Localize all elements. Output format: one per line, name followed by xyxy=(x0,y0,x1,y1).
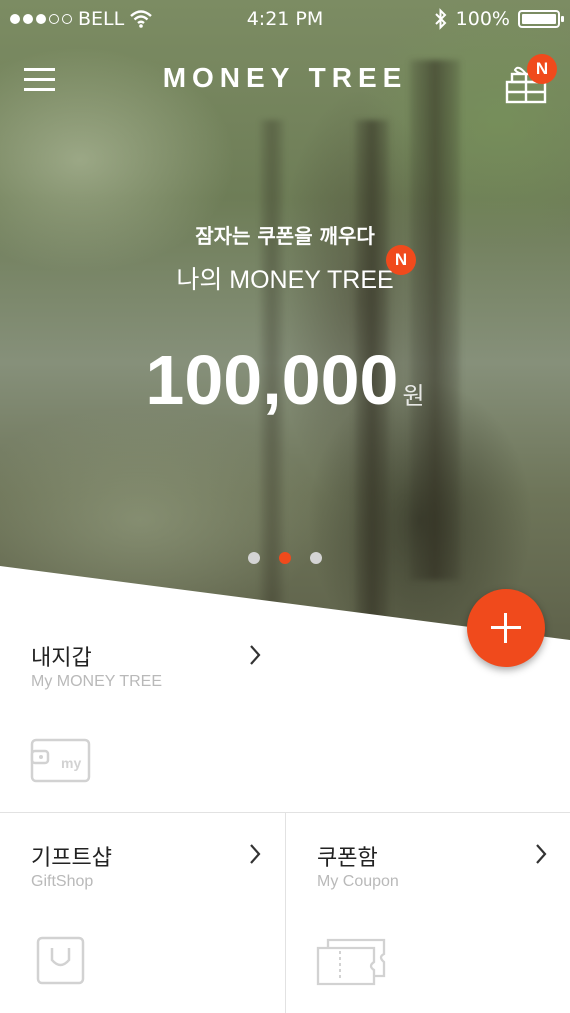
page-dot[interactable] xyxy=(310,552,322,564)
wallet-card-title: 내지갑 xyxy=(31,646,92,671)
coupon-card[interactable]: 쿠폰함 My Coupon xyxy=(286,813,570,1013)
coupon-ticket-icon xyxy=(316,938,386,986)
tree-trunk-decoration xyxy=(410,60,460,580)
currency-unit: 원 xyxy=(402,382,425,410)
balance-amount: 100,000 원 xyxy=(0,340,570,420)
battery-icon xyxy=(518,10,564,28)
gift-box-button[interactable]: N xyxy=(504,54,557,106)
wallet-card[interactable]: 내지갑 My MONEY TREE my xyxy=(0,620,460,810)
add-button[interactable] xyxy=(467,589,545,667)
balance-value: 100,000 xyxy=(145,341,399,419)
wallet-card-subtitle: My MONEY TREE xyxy=(31,673,162,690)
page-dot[interactable] xyxy=(248,552,260,564)
hero-subtitle: 잠자는 쿠폰을 깨우다 xyxy=(195,224,375,248)
notification-badge: N xyxy=(527,54,557,84)
wallet-my-icon: my xyxy=(30,738,91,783)
giftshop-card-title: 기프트샵 xyxy=(31,846,112,871)
chevron-right-icon xyxy=(536,844,547,864)
shopping-bag-icon xyxy=(36,936,85,985)
app-title: MONEY TREE xyxy=(162,62,408,93)
giftshop-card-subtitle: GiftShop xyxy=(31,873,94,890)
page-indicator xyxy=(0,552,570,564)
giftshop-card[interactable]: 기프트샵 GiftShop xyxy=(0,813,285,1013)
top-navigation: MONEY TREE N xyxy=(0,52,570,108)
coupon-card-title: 쿠폰함 xyxy=(317,846,378,871)
hero-title-text: 나의 MONEY TREE xyxy=(176,266,394,294)
svg-text:my: my xyxy=(61,755,81,771)
battery-percent: 100% xyxy=(455,8,510,30)
chevron-right-icon xyxy=(250,844,261,864)
bluetooth-icon xyxy=(434,8,447,30)
status-bar: BELL 4:21 PM 100% xyxy=(0,0,570,38)
hero-title[interactable]: 나의 MONEY TREE xyxy=(0,260,570,296)
chevron-right-icon xyxy=(250,645,261,665)
page-dot-active[interactable] xyxy=(279,552,291,564)
new-badge: N xyxy=(386,245,416,275)
coupon-card-subtitle: My Coupon xyxy=(317,873,399,890)
